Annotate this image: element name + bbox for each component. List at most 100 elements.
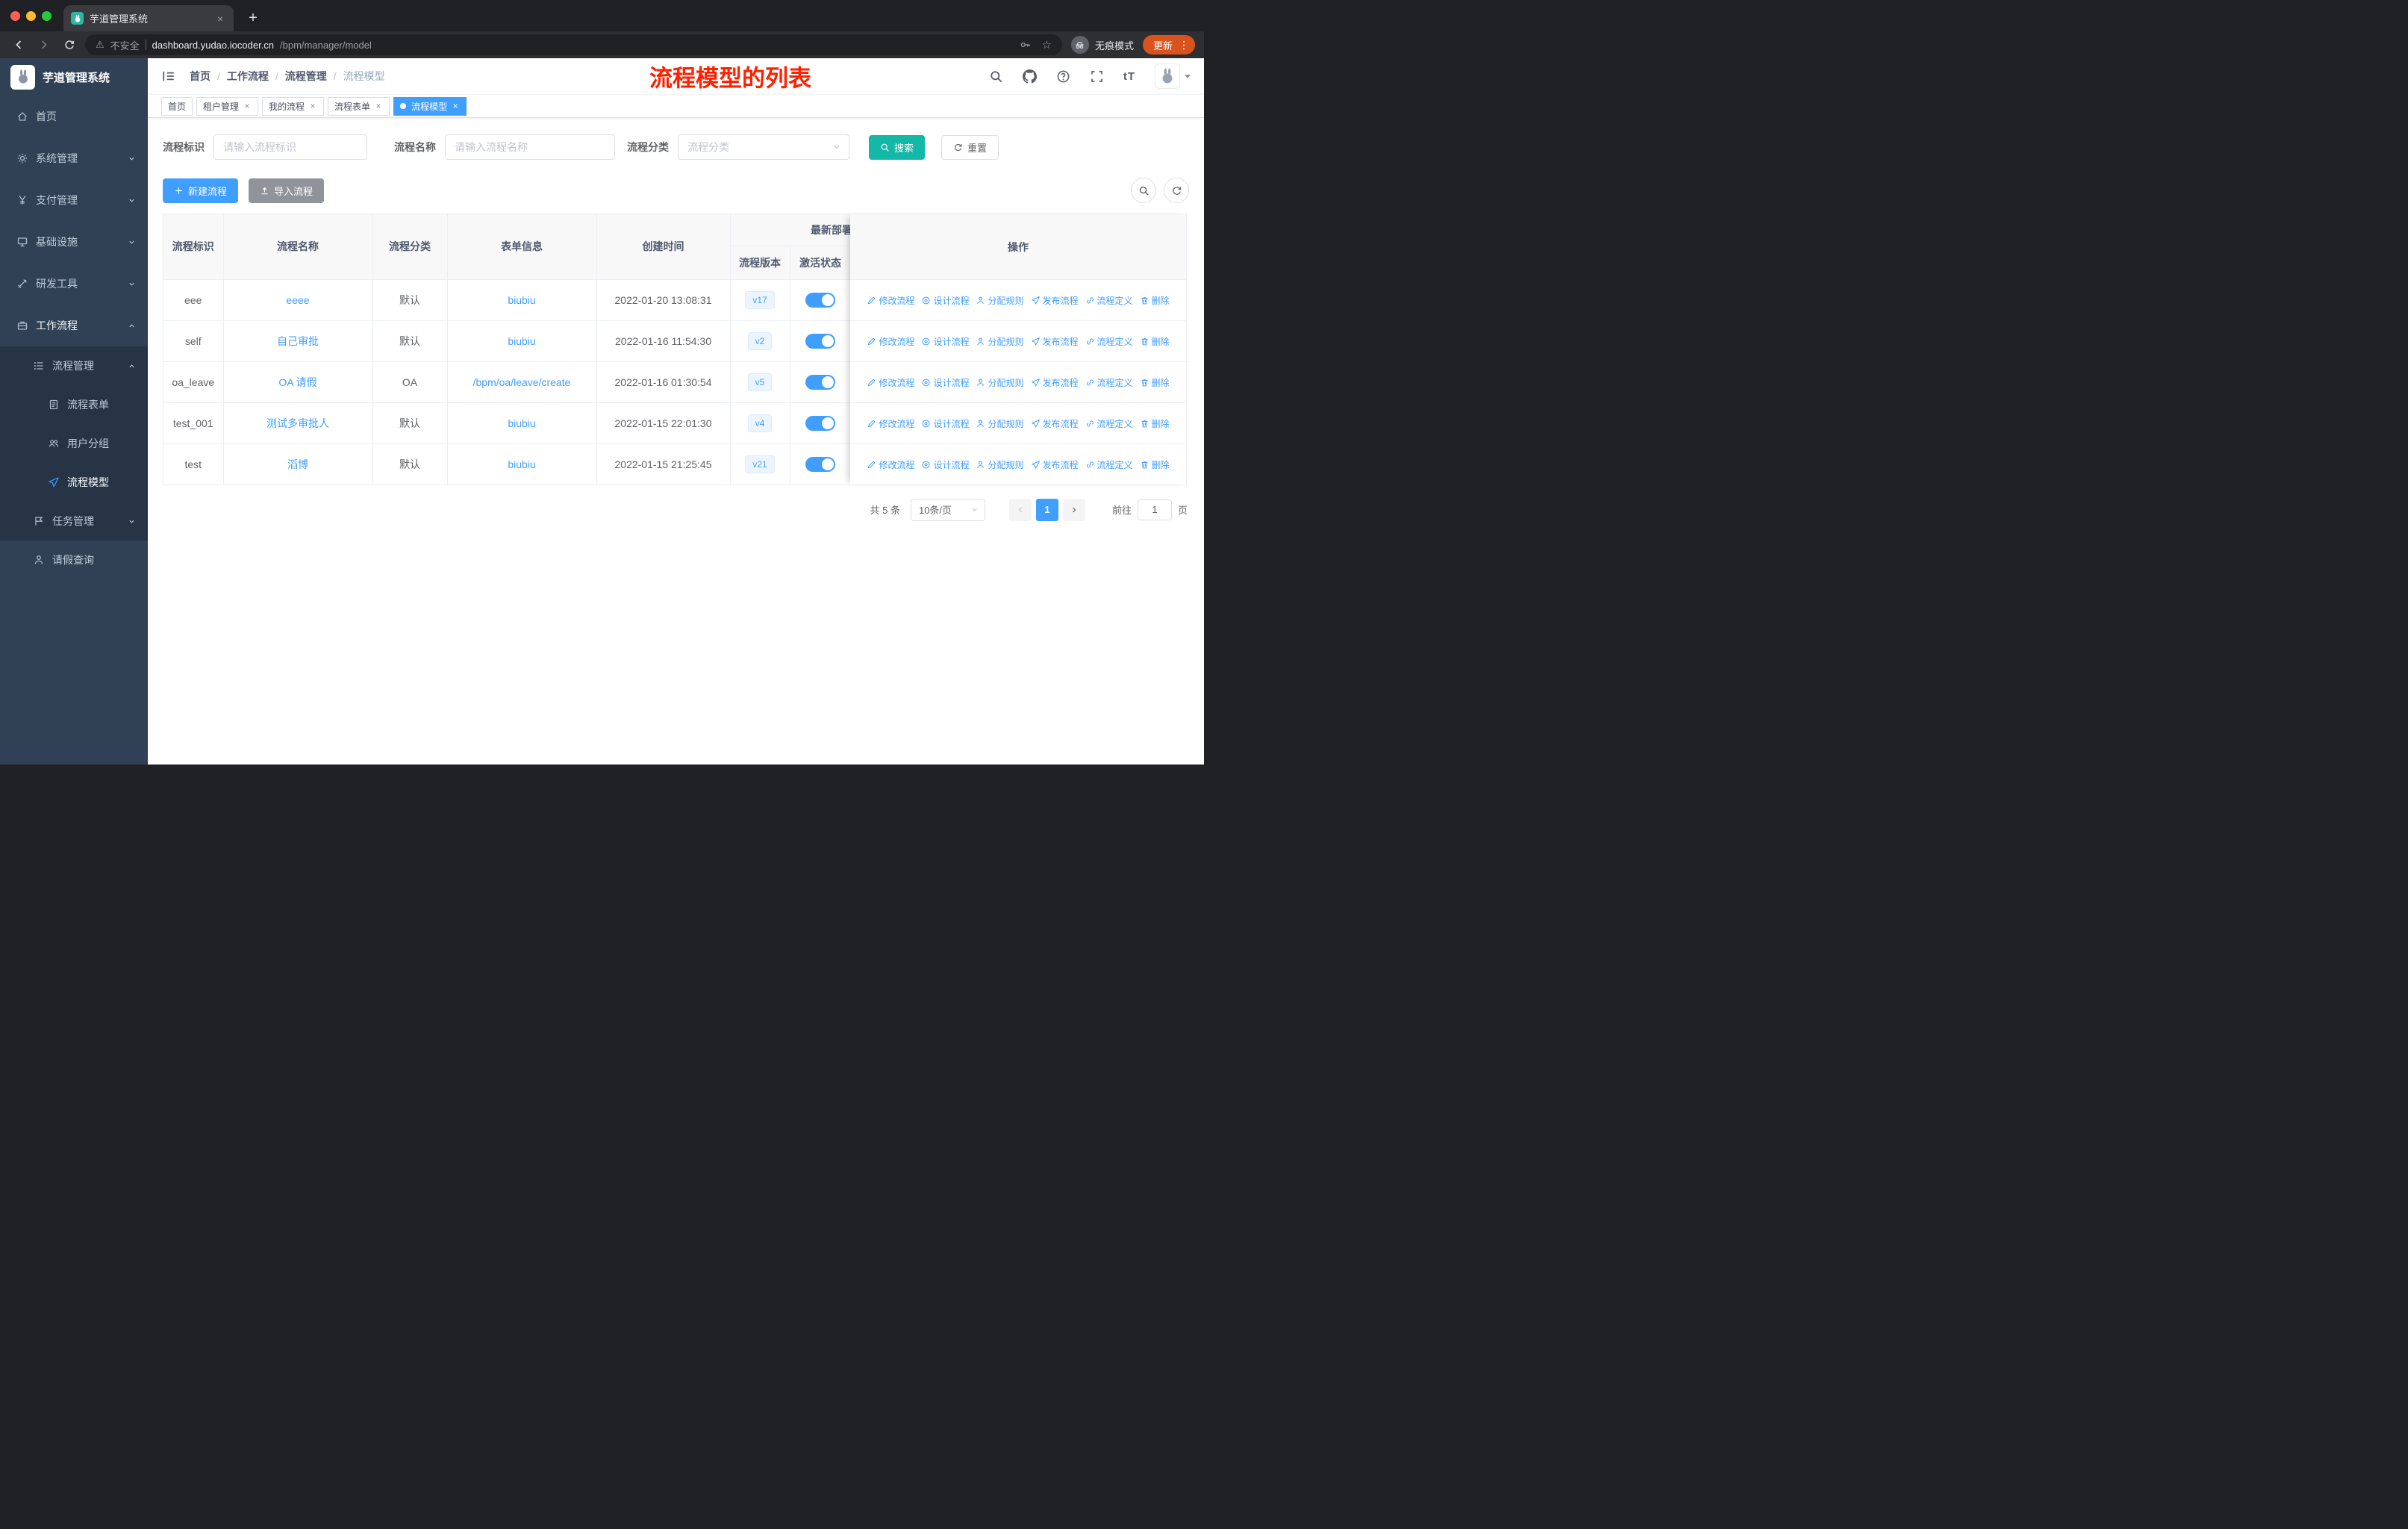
- filter-name-input[interactable]: [445, 134, 615, 160]
- tag-process-form[interactable]: 流程表单 ×: [328, 96, 390, 116]
- filter-key-input[interactable]: [213, 134, 367, 160]
- tag-my-process[interactable]: 我的流程 ×: [262, 96, 325, 116]
- action-publish-model[interactable]: 发布流程: [1031, 376, 1079, 389]
- action-edit-model[interactable]: 修改流程: [867, 294, 914, 307]
- sidebar-item-workflow[interactable]: 工作流程: [0, 305, 148, 346]
- action-design-model[interactable]: 设计流程: [921, 417, 969, 430]
- bookmark-star-icon[interactable]: ☆: [1042, 38, 1052, 52]
- active-toggle[interactable]: [805, 456, 835, 472]
- active-toggle[interactable]: [805, 415, 835, 431]
- sidebar-item-user-group[interactable]: 用户分组: [0, 424, 148, 463]
- action-assign-rule[interactable]: 分配规则: [976, 335, 1024, 348]
- model-name-link[interactable]: 测试多审批人: [266, 417, 329, 429]
- reload-button-icon[interactable]: [60, 35, 79, 55]
- sidebar-item-process-form[interactable]: 流程表单: [0, 385, 148, 424]
- action-process-definition[interactable]: 流程定义: [1085, 294, 1133, 307]
- close-icon[interactable]: ×: [243, 101, 252, 111]
- font-size-icon[interactable]: tT: [1123, 70, 1135, 83]
- github-icon[interactable]: [1023, 69, 1037, 84]
- action-edit-model[interactable]: 修改流程: [867, 335, 914, 348]
- close-icon[interactable]: ×: [451, 101, 460, 111]
- sidebar-item-process-management[interactable]: 流程管理: [0, 346, 148, 385]
- action-design-model[interactable]: 设计流程: [921, 335, 969, 348]
- action-publish-model[interactable]: 发布流程: [1031, 294, 1079, 307]
- action-publish-model[interactable]: 发布流程: [1031, 417, 1079, 430]
- model-name-link[interactable]: 自己审批: [277, 335, 319, 347]
- breadcrumb-workflow[interactable]: 工作流程: [227, 69, 269, 84]
- prev-page-button[interactable]: [1008, 498, 1032, 521]
- window-minimize-button[interactable]: [26, 10, 36, 21]
- next-page-button[interactable]: [1062, 498, 1085, 521]
- action-edit-model[interactable]: 修改流程: [867, 417, 914, 430]
- page-size-select[interactable]: 10条/页: [910, 498, 985, 521]
- sidebar-item-task-management[interactable]: 任务管理: [0, 502, 148, 541]
- action-publish-model[interactable]: 发布流程: [1031, 458, 1079, 471]
- back-button-icon[interactable]: [9, 35, 28, 55]
- import-model-button[interactable]: 导入流程: [249, 178, 325, 203]
- browser-menu-icon[interactable]: ⋮: [1179, 39, 1189, 52]
- reset-button[interactable]: 重置: [941, 134, 999, 160]
- goto-page-input[interactable]: [1137, 499, 1172, 520]
- action-process-definition[interactable]: 流程定义: [1085, 376, 1133, 389]
- action-assign-rule[interactable]: 分配规则: [976, 458, 1024, 471]
- action-delete-model[interactable]: 删除: [1140, 376, 1170, 389]
- model-name-link[interactable]: OA 请假: [278, 376, 316, 388]
- action-design-model[interactable]: 设计流程: [921, 294, 969, 307]
- active-toggle[interactable]: [805, 292, 835, 308]
- window-zoom-button[interactable]: [42, 10, 52, 21]
- action-process-definition[interactable]: 流程定义: [1085, 417, 1133, 430]
- sidebar-item-infrastructure[interactable]: 基础设施: [0, 221, 148, 263]
- active-toggle[interactable]: [805, 374, 835, 390]
- tab-close-icon[interactable]: ×: [214, 13, 226, 25]
- action-edit-model[interactable]: 修改流程: [867, 458, 914, 471]
- window-close-button[interactable]: [10, 10, 20, 21]
- action-delete-model[interactable]: 删除: [1140, 335, 1170, 348]
- action-delete-model[interactable]: 删除: [1140, 458, 1170, 471]
- user-menu[interactable]: [1155, 63, 1191, 89]
- action-assign-rule[interactable]: 分配规则: [976, 417, 1024, 430]
- form-info-link[interactable]: /bpm/oa/leave/create: [473, 376, 571, 388]
- breadcrumb-process-management[interactable]: 流程管理: [285, 69, 327, 84]
- create-model-button[interactable]: 新建流程: [163, 178, 239, 203]
- search-button[interactable]: 搜索: [869, 134, 926, 160]
- form-info-link[interactable]: biubiu: [508, 335, 535, 347]
- breadcrumb-home[interactable]: 首页: [190, 69, 210, 84]
- tag-home[interactable]: 首页: [161, 96, 193, 116]
- form-info-link[interactable]: biubiu: [508, 458, 535, 470]
- password-key-icon[interactable]: [1020, 39, 1032, 51]
- fullscreen-icon[interactable]: [1090, 69, 1104, 84]
- action-design-model[interactable]: 设计流程: [921, 458, 969, 471]
- help-icon[interactable]: [1056, 69, 1070, 84]
- form-info-link[interactable]: biubiu: [508, 294, 535, 306]
- close-icon[interactable]: ×: [374, 101, 383, 111]
- sidebar-item-home[interactable]: 首页: [0, 96, 148, 137]
- model-name-link[interactable]: eeee: [286, 294, 309, 306]
- address-bar[interactable]: ⚠ 不安全 dashboard.yudao.iocoder.cn/bpm/man…: [85, 34, 1062, 55]
- sidebar-fold-icon[interactable]: [161, 69, 176, 84]
- tag-tenant[interactable]: 租户管理 ×: [196, 96, 259, 116]
- action-edit-model[interactable]: 修改流程: [867, 376, 914, 389]
- update-button[interactable]: 更新 ⋮: [1142, 35, 1195, 55]
- sidebar-item-process-model[interactable]: 流程模型: [0, 463, 148, 502]
- search-icon[interactable]: [989, 69, 1003, 84]
- filter-category-select[interactable]: 流程分类: [678, 134, 849, 160]
- action-delete-model[interactable]: 删除: [1140, 294, 1170, 307]
- sidebar-item-payment[interactable]: 支付管理: [0, 179, 148, 221]
- tag-process-model[interactable]: 流程模型 ×: [393, 96, 467, 116]
- refresh-table-button[interactable]: [1164, 178, 1189, 203]
- sidebar-item-dev-tools[interactable]: 研发工具: [0, 263, 148, 305]
- action-process-definition[interactable]: 流程定义: [1085, 335, 1133, 348]
- forward-button-icon[interactable]: [34, 35, 54, 55]
- active-toggle[interactable]: [805, 333, 835, 349]
- browser-tab[interactable]: 芋道管理系统 ×: [63, 5, 234, 31]
- page-number-current[interactable]: 1: [1035, 498, 1058, 521]
- app-logo[interactable]: 芋道管理系统: [0, 58, 148, 96]
- action-delete-model[interactable]: 删除: [1140, 417, 1170, 430]
- action-process-definition[interactable]: 流程定义: [1085, 458, 1133, 471]
- model-name-link[interactable]: 滔博: [287, 458, 308, 470]
- action-assign-rule[interactable]: 分配规则: [976, 294, 1024, 307]
- close-icon[interactable]: ×: [308, 101, 317, 111]
- sidebar-item-leave-query[interactable]: 请假查询: [0, 541, 148, 579]
- action-publish-model[interactable]: 发布流程: [1031, 335, 1079, 348]
- action-design-model[interactable]: 设计流程: [921, 376, 969, 389]
